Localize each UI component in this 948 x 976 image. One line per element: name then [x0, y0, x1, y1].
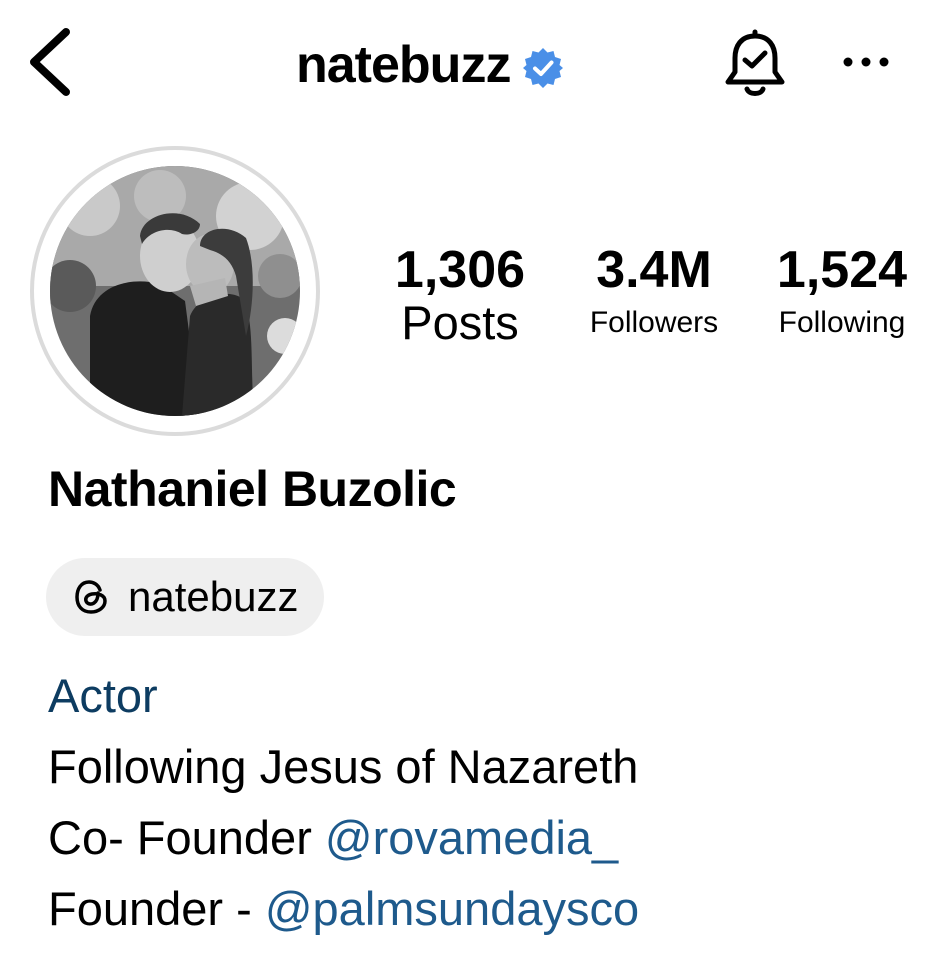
mention-palmsundaysco[interactable]: @palmsundaysco [265, 882, 639, 935]
following-count: 1,524 [776, 241, 908, 299]
bio-line-2-text: Co- Founder [48, 811, 325, 864]
bio-line-3-text: Founder - [48, 882, 265, 935]
bio: Actor Following Jesus of Nazareth Co- Fo… [48, 660, 928, 944]
posts-label: Posts [401, 296, 519, 349]
threads-badge[interactable]: natebuzz [46, 558, 325, 636]
verified-badge-icon [523, 48, 564, 88]
username-title: natebuzz [296, 36, 511, 94]
bio-line-1: Following Jesus of Nazareth [48, 740, 639, 793]
username-title-group: natebuzz [296, 30, 564, 100]
profile-photo [50, 166, 300, 416]
chevron-left-icon[interactable] [22, 26, 78, 98]
bio-line-2: Co- Founder @rovamedia_ [48, 802, 928, 873]
stat-following[interactable]: 1,524 Following [754, 240, 930, 346]
bio-line-3: Founder - @palmsundaysco [48, 873, 928, 944]
posts-count: 1,306 [394, 241, 526, 299]
more-horizontal-icon[interactable] [836, 40, 896, 84]
following-label: Following [778, 306, 906, 339]
threads-icon [75, 580, 107, 614]
mention-rovamedia[interactable]: @rovamedia_ [325, 811, 618, 864]
followers-count: 3.4M [596, 241, 712, 299]
bio-category: Actor [48, 669, 158, 722]
followers-label: Followers [589, 306, 719, 339]
profile-stats: 1,306 Posts 3.4M Followers 1,524 Followi… [360, 240, 940, 380]
bell-check-icon[interactable] [722, 28, 788, 100]
avatar[interactable] [50, 166, 300, 416]
threads-handle: natebuzz [128, 573, 299, 620]
display-name: Nathaniel Buzolic [48, 461, 457, 517]
profile-header: natebuzz [0, 0, 948, 130]
stat-posts[interactable]: 1,306 Posts [374, 240, 546, 346]
stat-followers[interactable]: 3.4M Followers [564, 240, 744, 346]
